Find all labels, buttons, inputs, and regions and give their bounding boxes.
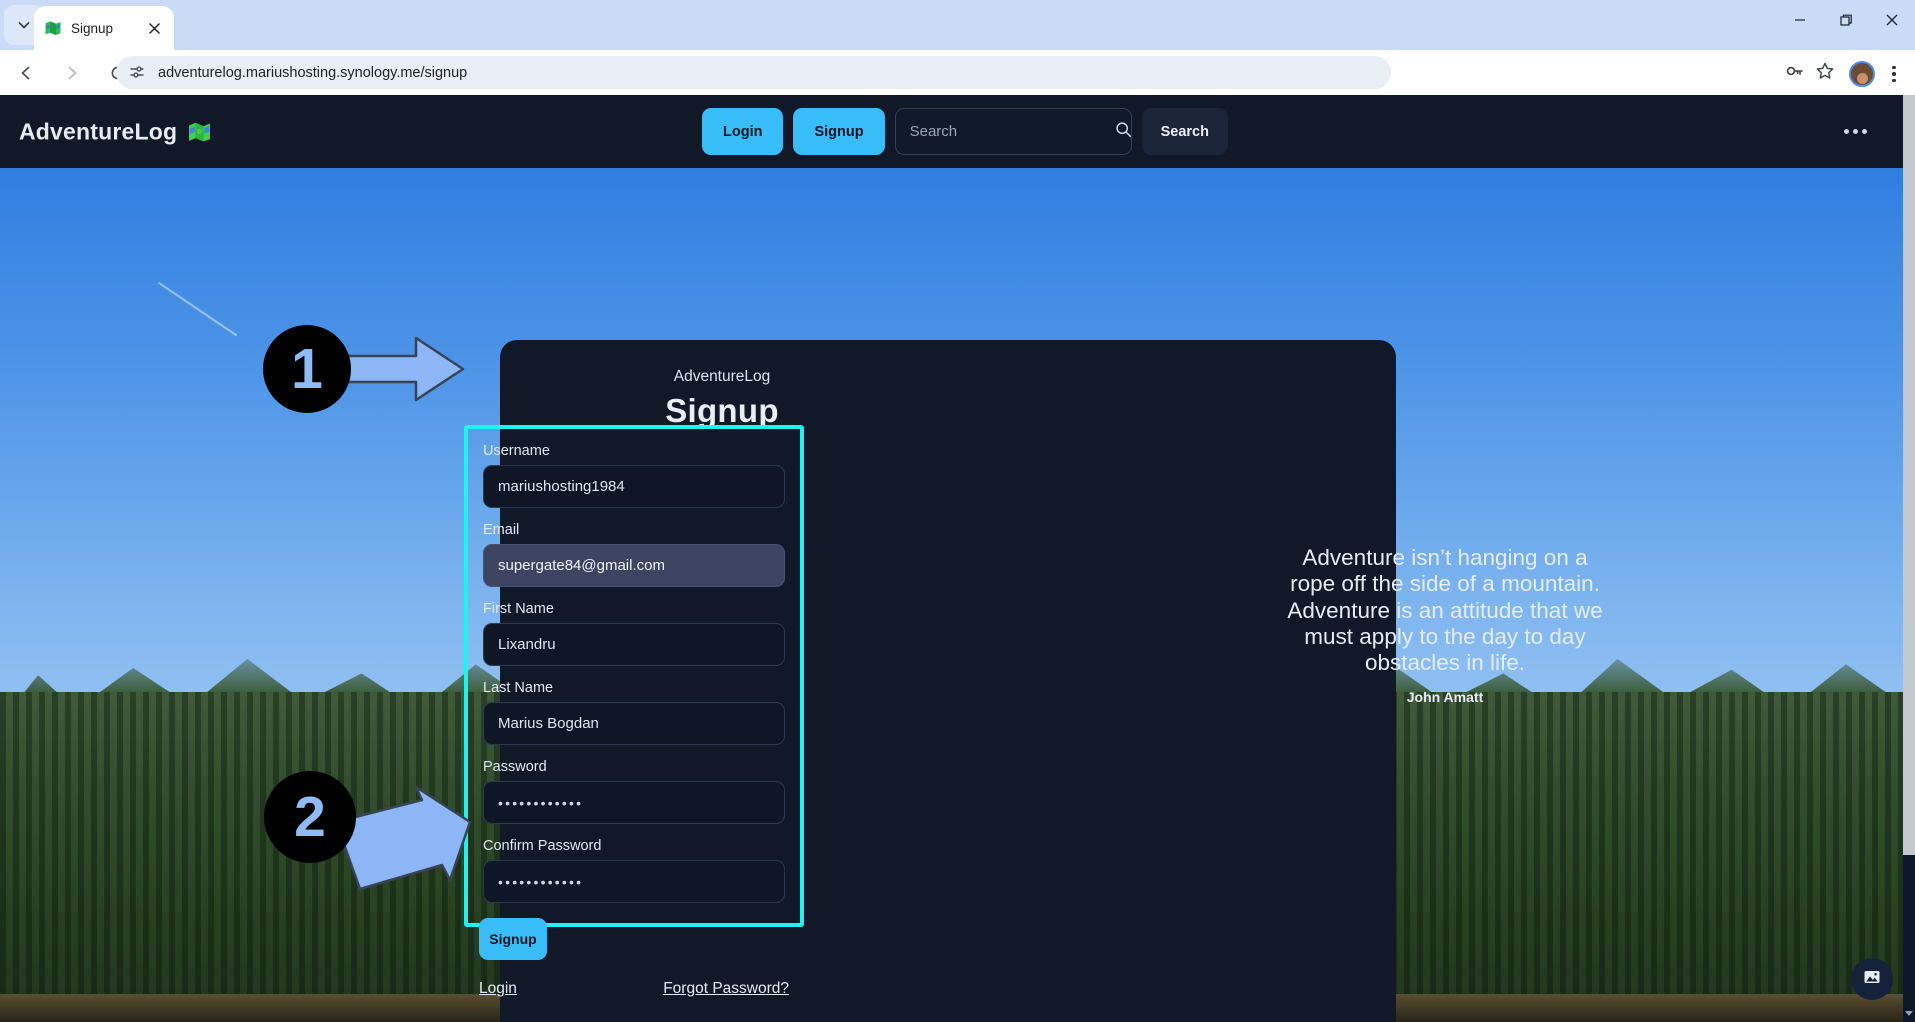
annotation-badge-1: 1 xyxy=(263,325,351,413)
annotation-badge-2: 2 xyxy=(264,771,356,863)
browser-tab[interactable]: Signup xyxy=(34,6,174,50)
field-confirm-password: Confirm Password xyxy=(483,838,785,903)
label-confirm-password: Confirm Password xyxy=(483,838,602,854)
label-last-name: Last Name xyxy=(483,680,554,696)
signup-card: AdventureLog Signup Username Email First… xyxy=(464,340,1603,1022)
page-content: AdventureLog Login Signup Search Search … xyxy=(0,95,1915,1022)
image-icon xyxy=(1863,968,1881,991)
forward-button[interactable] xyxy=(52,53,92,93)
key-icon[interactable] xyxy=(1785,61,1805,86)
address-bar[interactable]: adventurelog.mariushosting.synology.me/s… xyxy=(116,56,1391,89)
brand-name: AdventureLog xyxy=(19,118,178,144)
map-favicon-icon xyxy=(44,19,62,37)
brand[interactable]: AdventureLog xyxy=(19,118,212,145)
quote-text: Adventure isn’t hanging on a rope off th… xyxy=(1287,545,1603,676)
tab-strip: Signup xyxy=(0,0,1915,50)
signup-submit-button[interactable]: Signup xyxy=(479,918,547,960)
card-footer-links: Login Forgot Password? xyxy=(479,980,789,998)
search-icon xyxy=(1115,121,1132,143)
browser-toolbar: adventurelog.mariushosting.synology.me/s… xyxy=(0,50,1915,95)
username-input[interactable] xyxy=(483,465,785,508)
field-last-name: Last Name xyxy=(483,680,785,745)
confirm-password-input[interactable] xyxy=(483,860,785,903)
signup-form-highlight: Username Email First Name Last Name Pass… xyxy=(464,425,804,927)
annotation-arrow-2 xyxy=(330,785,505,895)
card-app-name: AdventureLog xyxy=(673,368,771,385)
close-icon[interactable] xyxy=(144,18,164,38)
kebab-menu-icon[interactable] xyxy=(1881,59,1907,89)
tune-site-settings-icon[interactable] xyxy=(128,63,148,83)
window-controls xyxy=(1777,0,1915,50)
browser-chrome: Signup adventurelog.mariushosting.synolo… xyxy=(0,0,1915,95)
ellipsis-icon[interactable] xyxy=(1835,115,1875,149)
nav-signup-button[interactable]: Signup xyxy=(793,108,885,155)
avatar[interactable] xyxy=(1849,61,1875,87)
login-link[interactable]: Login xyxy=(479,980,517,998)
quote-block: Adventure isn’t hanging on a rope off th… xyxy=(1280,545,1610,705)
page-scrollbar[interactable] xyxy=(1903,95,1915,1022)
label-username: Username xyxy=(483,443,550,459)
label-password: Password xyxy=(483,759,547,775)
first-name-input[interactable] xyxy=(483,623,785,666)
maximize-button[interactable] xyxy=(1823,0,1869,40)
map-logo-icon xyxy=(187,119,212,144)
last-name-input[interactable] xyxy=(483,702,785,745)
label-email: Email xyxy=(483,522,520,538)
back-button[interactable] xyxy=(6,53,46,93)
nav-login-button[interactable]: Login xyxy=(702,108,784,155)
tab-title: Signup xyxy=(71,20,114,36)
chevron-down-icon xyxy=(17,18,31,32)
star-icon[interactable] xyxy=(1815,61,1835,86)
forgot-password-link[interactable]: Forgot Password? xyxy=(663,980,789,998)
background-image-button[interactable] xyxy=(1851,958,1893,1000)
password-input[interactable] xyxy=(483,781,785,824)
scroll-down-arrow-icon[interactable] xyxy=(1905,1011,1913,1016)
scrollbar-thumb[interactable] xyxy=(1903,95,1915,855)
search-field-wrapper[interactable] xyxy=(894,108,1132,155)
email-input[interactable] xyxy=(483,544,785,587)
quote-author: John Amatt xyxy=(1406,688,1484,705)
minimize-button[interactable] xyxy=(1777,0,1823,40)
nav-search-button[interactable]: Search xyxy=(1141,108,1228,155)
navbar-actions: Login Signup Search xyxy=(702,108,1228,155)
site-navbar: AdventureLog Login Signup Search Search xyxy=(0,95,1903,168)
field-password: Password xyxy=(483,759,785,824)
field-first-name: First Name xyxy=(483,601,785,666)
address-bar-url: adventurelog.mariushosting.synology.me/s… xyxy=(158,64,468,81)
field-email: Email xyxy=(483,522,785,587)
search-input[interactable] xyxy=(909,123,1109,140)
field-username: Username xyxy=(483,443,785,508)
label-first-name: First Name xyxy=(483,601,554,617)
window-close-button[interactable] xyxy=(1869,0,1915,40)
